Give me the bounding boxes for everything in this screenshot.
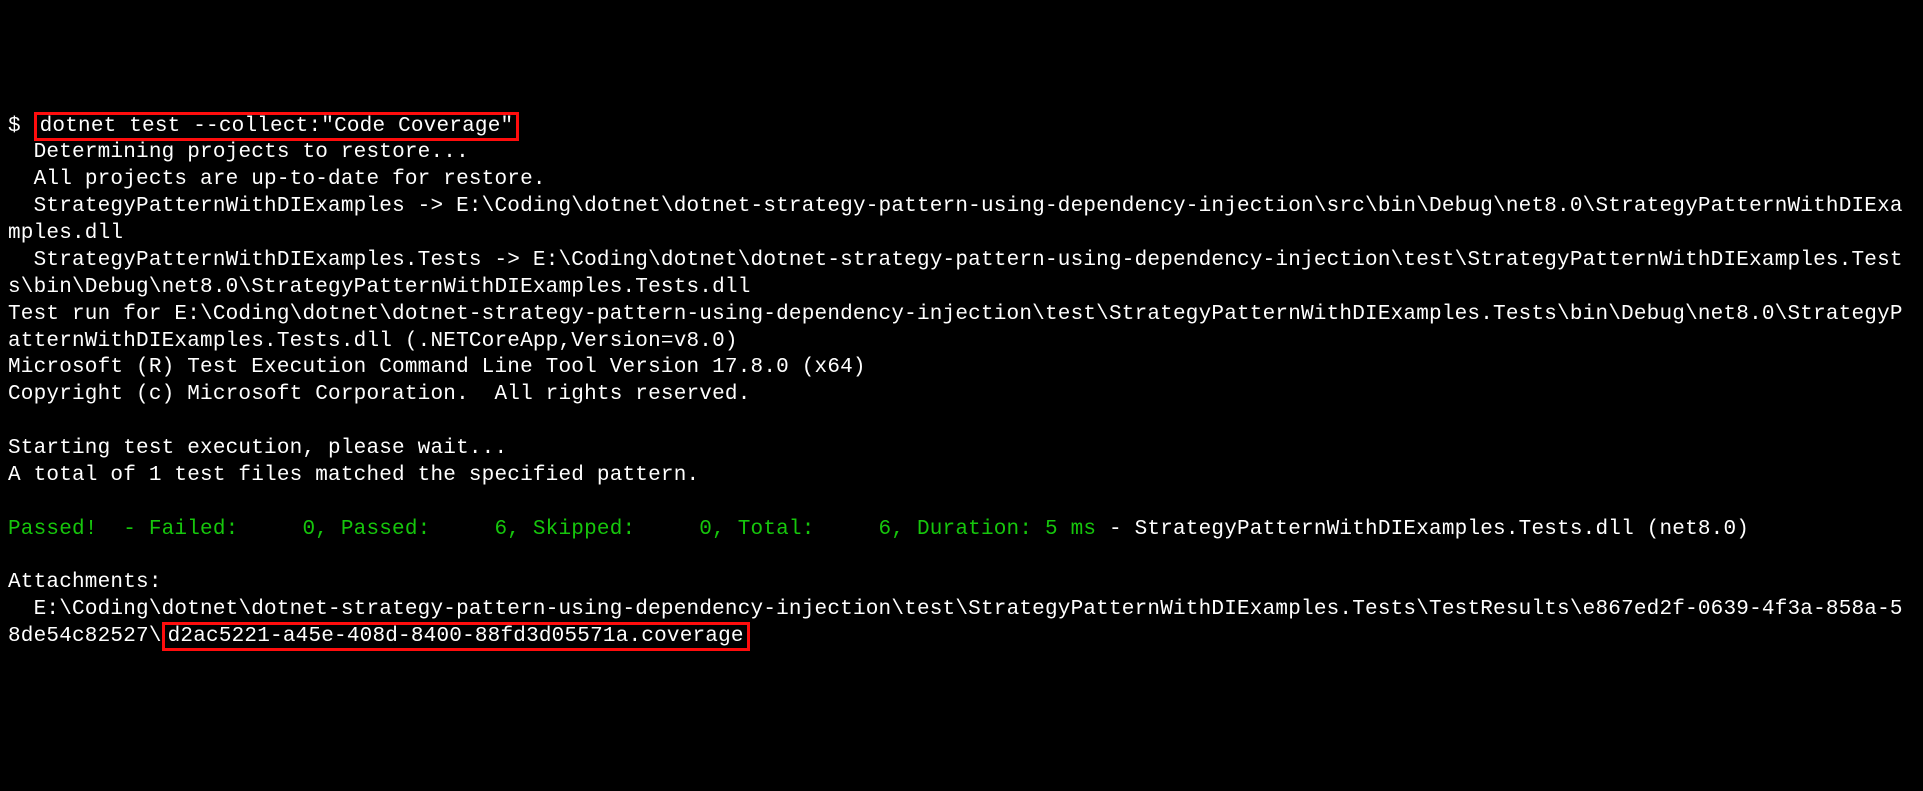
output-line: StrategyPatternWithDIExamples.Tests -> E… [8,248,1915,302]
test-result-passed: Passed! - Failed: 0, Passed: 6, Skipped:… [8,518,1096,541]
coverage-filename: d2ac5221-a45e-408d-8400-88fd3d05571a.cov… [168,625,744,648]
output-line: Determining projects to restore... [8,140,1915,167]
blank-line [8,544,1915,571]
output-line: Microsoft (R) Test Execution Command Lin… [8,355,1915,382]
output-line: All projects are up-to-date for restore. [8,167,1915,194]
output-line: Copyright (c) Microsoft Corporation. All… [8,382,1915,409]
command-text: dotnet test --collect:"Code Coverage" [40,115,514,138]
output-line: Test run for E:\Coding\dotnet\dotnet-str… [8,302,1915,356]
output-line: StrategyPatternWithDIExamples -> E:\Codi… [8,194,1915,248]
test-result-target: - StrategyPatternWithDIExamples.Tests.dl… [1096,518,1749,541]
command-highlight: dotnet test --collect:"Code Coverage" [34,112,520,141]
blank-line [8,490,1915,517]
test-result-line: Passed! - Failed: 0, Passed: 6, Skipped:… [8,517,1915,544]
command-line[interactable]: $ dotnet test --collect:"Code Coverage" [8,114,1915,141]
output-line: Starting test execution, please wait... [8,436,1915,463]
coverage-file-highlight: d2ac5221-a45e-408d-8400-88fd3d05571a.cov… [162,622,750,651]
attachments-header: Attachments: [8,570,1915,597]
blank-line [8,409,1915,436]
output-line: A total of 1 test files matched the spec… [8,463,1915,490]
attachment-path-line: E:\Coding\dotnet\dotnet-strategy-pattern… [8,597,1915,651]
prompt-symbol: $ [8,115,21,138]
